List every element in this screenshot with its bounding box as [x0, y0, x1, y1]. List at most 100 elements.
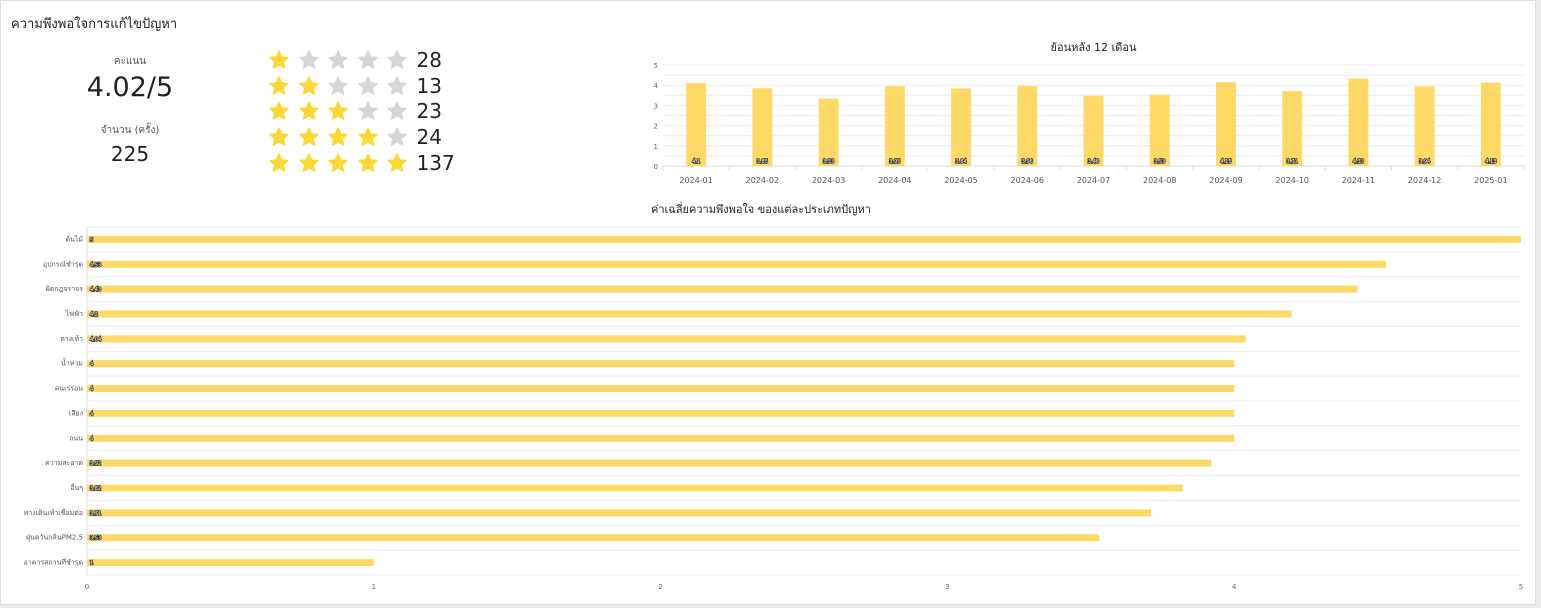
bar: [87, 360, 1235, 368]
bar: [87, 385, 1235, 393]
x-tick-label: 2024-06: [1011, 176, 1044, 185]
chart-title: ค่าเฉลี่ยความพึงพอใจ ของแต่ละประเภทปัญหา: [651, 201, 871, 216]
rating-row-2: 13: [268, 73, 442, 99]
data-label: 3.53: [1154, 159, 1165, 165]
bar: [1348, 78, 1369, 166]
y-tick-label: อื่นๆ: [70, 483, 83, 492]
x-tick-label: 0: [85, 583, 89, 591]
y-tick-label: 5: [654, 62, 658, 70]
dashboard-card: ความพึงพอใจการแก้ไขปัญหา คะแนน 4.02/5 จำ…: [0, 0, 1536, 605]
rating-row-5: 137: [268, 150, 455, 176]
x-tick-label: 4: [1232, 583, 1237, 591]
bar: [87, 559, 374, 567]
data-label: 4.53: [90, 262, 101, 268]
data-label: 3.48: [1088, 159, 1099, 165]
y-tick-label: คนเร่ร่อน: [55, 385, 84, 393]
bar: [87, 534, 1100, 542]
y-tick-label: อุปกรณ์ชำรุด: [43, 260, 83, 268]
data-label: 3.71: [90, 511, 101, 517]
star-icon: [298, 76, 319, 95]
star-icon: [269, 76, 289, 95]
data-label: 3.94: [1419, 159, 1430, 165]
star-icon: [328, 127, 348, 146]
x-tick-label: 5: [1519, 583, 1523, 591]
x-tick-label: 2024-08: [1143, 176, 1176, 185]
data-label: 1: [90, 561, 93, 567]
bar: [1083, 95, 1104, 166]
rating-count: 28: [416, 48, 442, 72]
star-icon: [298, 127, 319, 146]
data-label: 3.95: [889, 159, 900, 165]
bar: [686, 83, 707, 166]
bar: [1017, 86, 1038, 166]
y-tick-label: ผิดกฎจราจร: [46, 285, 83, 293]
score-value: 4.02/5: [86, 72, 174, 103]
star-icon: [387, 101, 407, 120]
x-tick-label: 2024-10: [1275, 176, 1308, 185]
data-label: 3.53: [90, 536, 101, 542]
star-icon: [357, 76, 378, 95]
x-tick-label: 2024-11: [1342, 176, 1375, 185]
rating-count: 137: [416, 151, 455, 175]
data-label: 3.33: [823, 159, 834, 165]
data-label: 3.82: [90, 486, 101, 492]
x-tick-label: 2024-12: [1408, 176, 1441, 185]
star-icon: [328, 153, 348, 172]
data-label: 4.43: [90, 287, 101, 293]
bar: [951, 88, 971, 166]
data-label: 4.13: [1485, 159, 1496, 165]
bar: [1282, 91, 1303, 166]
x-tick-label: 2024-05: [944, 176, 977, 185]
bar: [818, 98, 839, 166]
rating-row-4: 24: [268, 124, 442, 150]
count-label: จำนวน (ครั้ง): [100, 125, 160, 136]
y-tick-label: อาคารสถานที่ชำรุด: [24, 558, 83, 567]
bar: [884, 86, 905, 166]
y-tick-label: 0: [654, 163, 658, 171]
star-icon: [298, 153, 319, 172]
x-tick-label: 2024-07: [1077, 176, 1110, 185]
x-tick-label: 2024-02: [746, 176, 779, 185]
chart-title: ย้อนหลัง 12 เดือน: [1051, 41, 1137, 54]
bar: [87, 434, 1235, 442]
star-icon: [357, 50, 378, 69]
y-tick-label: ไฟฟ้า: [65, 309, 83, 318]
star-icon: [387, 127, 407, 146]
star-icon: [357, 153, 378, 172]
bar: [1480, 82, 1501, 166]
bar: [1216, 82, 1236, 166]
bar: [87, 484, 1183, 492]
star-icon: [269, 101, 289, 120]
bar: [87, 459, 1212, 467]
star-icon: [328, 50, 348, 69]
bar: [1149, 94, 1170, 166]
star-icon: [328, 76, 348, 95]
rating-row-1: 28: [268, 47, 442, 73]
data-label: 5: [90, 237, 93, 243]
bar: [87, 509, 1152, 517]
star-icon: [298, 50, 319, 69]
star-icon: [387, 153, 407, 172]
data-label: 3.71: [1287, 159, 1298, 165]
data-label: 4: [90, 411, 93, 417]
bar: [1414, 86, 1435, 166]
x-tick-label: 2024-03: [812, 176, 845, 185]
y-tick-label: 2: [654, 123, 658, 131]
x-tick-label: 2025-01: [1474, 176, 1507, 185]
bar: [87, 310, 1292, 318]
x-tick-label: 2024-01: [679, 176, 712, 185]
score-label: คะแนน: [113, 56, 147, 67]
y-tick-label: 3: [654, 102, 658, 110]
rating-count: 24: [416, 125, 442, 149]
x-tick-label: 2024-04: [878, 176, 911, 185]
data-label: 3.92: [90, 461, 101, 467]
bar: [87, 235, 1521, 243]
y-tick-label: ถนน: [69, 434, 83, 442]
bar: [87, 335, 1246, 343]
x-tick-label: 1: [372, 583, 376, 591]
x-tick-label: 2: [658, 583, 662, 591]
x-tick-label: 3: [945, 583, 949, 591]
y-tick-label: 1: [654, 143, 658, 151]
rating-count: 13: [416, 74, 442, 98]
page-title: ความพึงพอใจการแก้ไขปัญหา: [11, 17, 178, 32]
